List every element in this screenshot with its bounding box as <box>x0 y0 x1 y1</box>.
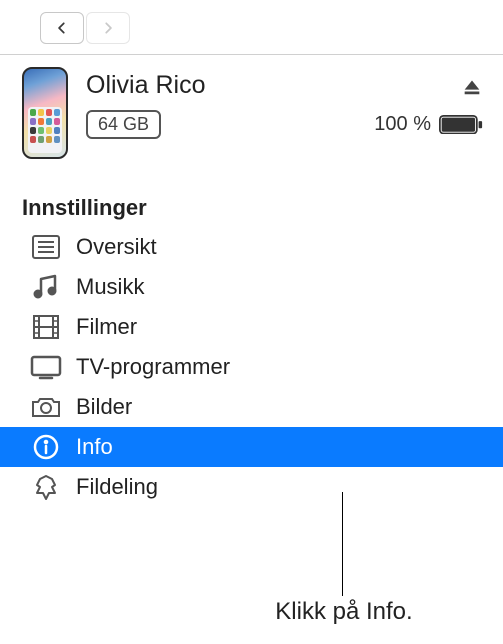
sidebar-item-bilder[interactable]: Bilder <box>0 387 503 427</box>
sidebar-item-musikk[interactable]: Musikk <box>0 267 503 307</box>
section-title: Innstillinger <box>0 165 503 227</box>
sidebar-item-info[interactable]: Info <box>0 427 503 467</box>
callout-line <box>342 492 343 596</box>
tv-icon <box>30 353 62 381</box>
callout-text: Klikk på Info. <box>184 598 503 626</box>
device-name: Olivia Rico <box>86 71 205 100</box>
music-icon <box>30 273 62 301</box>
sidebar-item-label: Oversikt <box>76 234 157 260</box>
sidebar-list: Oversikt Musikk Filmer TV-programmer Bilder I… <box>0 227 503 507</box>
back-button[interactable] <box>40 12 84 44</box>
toolbar <box>0 0 503 55</box>
sidebar-item-fildeling[interactable]: Fildeling <box>0 467 503 507</box>
battery-status: 100 % <box>374 113 483 136</box>
eject-button[interactable] <box>461 75 483 97</box>
apps-icon <box>30 473 62 501</box>
battery-percent-text: 100 % <box>374 113 431 136</box>
sidebar-item-label: Fildeling <box>76 474 158 500</box>
sidebar-item-label: Filmer <box>76 314 137 340</box>
sidebar-item-label: TV-programmer <box>76 354 230 380</box>
list-icon <box>30 233 62 261</box>
storage-badge: 64 GB <box>86 110 161 139</box>
sidebar-item-label: Musikk <box>76 274 144 300</box>
device-header: Olivia Rico 64 GB 100 % <box>0 55 503 165</box>
sidebar-item-label: Bilder <box>76 394 132 420</box>
sidebar-item-filmer[interactable]: Filmer <box>0 307 503 347</box>
camera-icon <box>30 393 62 421</box>
sidebar-item-oversikt[interactable]: Oversikt <box>0 227 503 267</box>
forward-button[interactable] <box>86 12 130 44</box>
battery-icon <box>439 115 483 135</box>
sidebar-item-label: Info <box>76 434 113 460</box>
film-icon <box>30 313 62 341</box>
device-thumbnail <box>22 67 68 159</box>
sidebar-item-tv-programmer[interactable]: TV-programmer <box>0 347 503 387</box>
info-icon <box>30 433 62 461</box>
